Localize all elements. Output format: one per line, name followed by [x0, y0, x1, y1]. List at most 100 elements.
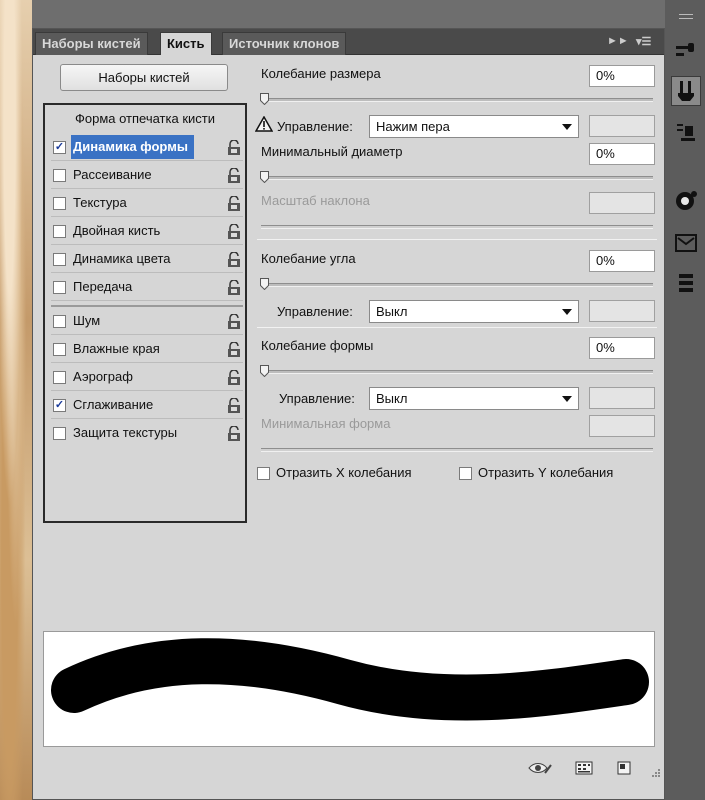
- list-item-transfer[interactable]: Передача: [51, 275, 243, 301]
- lock-icon[interactable]: [227, 168, 241, 183]
- roundness-jitter-slider[interactable]: [261, 370, 653, 374]
- lock-icon[interactable]: [227, 252, 241, 267]
- brush-presets-button[interactable]: Наборы кистей: [60, 64, 228, 91]
- tilt-scale-input: [589, 192, 655, 214]
- resize-grip-icon[interactable]: [649, 767, 661, 779]
- brush-grid-icon[interactable]: [575, 761, 593, 775]
- list-item-wet-edges[interactable]: Влажные края: [51, 337, 243, 363]
- min-roundness-input: [589, 415, 655, 437]
- lock-icon[interactable]: [227, 342, 241, 357]
- angle-jitter-input[interactable]: 0%: [589, 250, 655, 272]
- checkbox[interactable]: ✓: [53, 141, 66, 154]
- tilt-scale-label: Масштаб наклона: [261, 193, 370, 208]
- checkbox[interactable]: [53, 281, 66, 294]
- list-item-scattering[interactable]: Рассеивание: [51, 163, 243, 189]
- checkbox[interactable]: ✓: [53, 399, 66, 412]
- dropdown-value: Нажим пера: [376, 119, 450, 134]
- slider-thumb[interactable]: [260, 93, 269, 105]
- list-item-label: Сглаживание: [73, 397, 154, 412]
- checkbox[interactable]: [53, 253, 66, 266]
- chevron-down-icon: [562, 396, 572, 402]
- new-preset-icon[interactable]: [617, 761, 631, 775]
- list-item-label: Текстура: [73, 195, 127, 210]
- section-divider: [257, 239, 657, 240]
- info-panel-tool-icon[interactable]: [671, 228, 701, 258]
- slider-thumb[interactable]: [260, 365, 269, 377]
- list-item-noise[interactable]: Шум: [51, 309, 243, 335]
- slider-thumb[interactable]: [260, 278, 269, 290]
- flip-x-checkbox[interactable]: [257, 467, 270, 480]
- angle-control-dropdown[interactable]: Выкл: [369, 300, 579, 323]
- flip-y-label: Отразить Y колебания: [478, 465, 614, 480]
- dock-grip-icon[interactable]: [671, 4, 701, 34]
- clone-source-tool-icon[interactable]: [671, 118, 701, 148]
- checkbox[interactable]: [53, 169, 66, 182]
- list-item-label: Передача: [73, 279, 133, 294]
- brush-stroke-preview: [43, 631, 655, 747]
- checkbox[interactable]: [53, 197, 66, 210]
- dropdown-value: Выкл: [376, 304, 408, 319]
- size-control-label: Управление:: [277, 119, 353, 134]
- toggle-live-tip-icon[interactable]: [527, 761, 553, 775]
- roundness-control-label: Управление:: [279, 391, 355, 406]
- lock-icon[interactable]: [227, 196, 241, 211]
- list-item-airbrush[interactable]: Аэрограф: [51, 365, 243, 391]
- checkbox[interactable]: [53, 225, 66, 238]
- flip-y-checkbox[interactable]: [459, 467, 472, 480]
- roundness-control-dropdown[interactable]: Выкл: [369, 387, 579, 410]
- collapse-icon[interactable]: ►►: [607, 35, 629, 47]
- navigator-tool-icon[interactable]: [671, 268, 701, 298]
- list-item-dual-brush[interactable]: Двойная кисть: [51, 219, 243, 245]
- list-item-smoothing[interactable]: ✓ Сглаживание: [51, 393, 243, 419]
- min-diameter-input[interactable]: 0%: [589, 143, 655, 165]
- size-jitter-slider[interactable]: [261, 98, 653, 102]
- lock-icon[interactable]: [227, 314, 241, 329]
- brush-stroke: [51, 638, 649, 721]
- slider-thumb[interactable]: [260, 171, 269, 183]
- min-diameter-label: Минимальный диаметр: [261, 144, 403, 159]
- brush-tip-shape-item[interactable]: Форма отпечатка кисти: [45, 111, 245, 126]
- list-item-color-dynamics[interactable]: Динамика цвета: [51, 247, 243, 273]
- checkbox[interactable]: [53, 371, 66, 384]
- lock-icon[interactable]: [227, 280, 241, 295]
- panel-tabbar: Наборы кистей Кисть Источник клонов ►► ▾…: [33, 29, 664, 55]
- checkbox[interactable]: [53, 427, 66, 440]
- angle-jitter-label: Колебание угла: [261, 251, 356, 266]
- roundness-jitter-input[interactable]: 0%: [589, 337, 655, 359]
- list-item-label: Динамика формы: [71, 135, 194, 159]
- lock-icon[interactable]: [227, 224, 241, 239]
- warning-icon: [255, 116, 273, 132]
- tab-brush-presets[interactable]: Наборы кистей: [35, 32, 148, 55]
- size-control-dropdown[interactable]: Нажим пера: [369, 115, 579, 138]
- lock-icon[interactable]: [227, 426, 241, 441]
- list-item-texture[interactable]: Текстура: [51, 191, 243, 217]
- color-wheel-tool-icon[interactable]: [671, 186, 701, 216]
- list-item-label: Защита текстуры: [73, 425, 178, 440]
- lock-icon[interactable]: [227, 398, 241, 413]
- roundness-jitter-label: Колебание формы: [261, 338, 374, 353]
- tab-brush[interactable]: Кисть: [160, 32, 212, 55]
- checkbox[interactable]: [53, 315, 66, 328]
- list-divider: [51, 305, 243, 307]
- roundness-control-fade-input: [589, 387, 655, 409]
- panel-menu-icon[interactable]: ▾☰: [636, 35, 651, 48]
- size-jitter-input[interactable]: 0%: [589, 65, 655, 87]
- size-jitter-label: Колебание размера: [261, 66, 381, 81]
- angle-control-fade-input: [589, 300, 655, 322]
- checkbox[interactable]: [53, 343, 66, 356]
- min-diameter-slider[interactable]: [261, 176, 653, 180]
- list-item-label: Влажные края: [73, 341, 160, 356]
- list-item-label: Динамика цвета: [73, 251, 171, 266]
- section-divider: [257, 327, 657, 328]
- list-item-protect-texture[interactable]: Защита текстуры: [51, 421, 243, 447]
- min-roundness-slider: [261, 448, 653, 452]
- angle-jitter-slider[interactable]: [261, 283, 653, 287]
- background-photo: [0, 0, 32, 800]
- list-item-shape-dynamics[interactable]: ✓ Динамика формы: [51, 135, 243, 161]
- brush-panel-tool-icon[interactable]: [671, 76, 701, 106]
- tab-clone-source[interactable]: Источник клонов: [222, 32, 347, 55]
- size-control-fade-input: [589, 115, 655, 137]
- brush-presets-tool-icon[interactable]: [671, 36, 701, 66]
- lock-icon[interactable]: [227, 140, 241, 155]
- lock-icon[interactable]: [227, 370, 241, 385]
